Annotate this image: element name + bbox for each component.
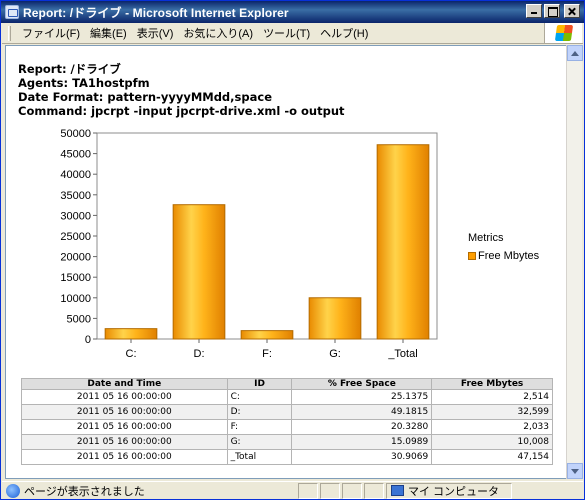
x-tick-label: D:	[194, 348, 205, 360]
cell-date: 2011 05 16 00:00:00	[21, 389, 228, 405]
cell-free-space: 20.3280	[291, 419, 433, 435]
table-row: 2011 05 16 00:00:00 _Total 30.9069 47,15…	[21, 449, 553, 465]
col-free-mbytes: Free Mbytes	[431, 378, 553, 390]
page-done-icon	[6, 483, 20, 498]
report-agents: Agents: TA1hostpfm	[18, 76, 150, 90]
report-date-format: Date Format: pattern-yyyyMMdd,space	[18, 90, 272, 104]
menu-tools[interactable]: ツール(T)	[258, 23, 315, 43]
report-title: Report: /ドライブ	[18, 62, 121, 76]
cell-free-mbytes: 47,154	[431, 449, 553, 465]
status-pane	[342, 482, 362, 499]
status-pane	[298, 482, 318, 499]
y-tick-label: 20000	[60, 252, 91, 264]
toolbar-grip[interactable]	[8, 25, 11, 41]
table-header-row: Date and Time ID % Free Space Free Mbyte…	[21, 378, 553, 390]
data-table: Date and Time ID % Free Space Free Mbyte…	[21, 378, 553, 465]
table-row: 2011 05 16 00:00:00 D: 49.1815 32,599	[21, 404, 553, 420]
close-icon[interactable]	[564, 4, 580, 18]
bar	[172, 204, 226, 340]
bar	[308, 297, 362, 340]
ie-page-icon	[5, 5, 19, 19]
cell-free-mbytes: 2,514	[431, 389, 553, 405]
menu-favorites[interactable]: お気に入り(A)	[178, 23, 258, 43]
window-title: Report: /ドライブ - Microsoft Internet Explo…	[23, 5, 289, 20]
cell-free-space: 15.0989	[291, 434, 433, 450]
x-tick-label: G:	[329, 348, 341, 360]
cell-free-space: 25.1375	[291, 389, 433, 405]
menu-view[interactable]: 表示(V)	[132, 23, 179, 43]
col-date-time: Date and Time	[21, 378, 228, 390]
windows-logo-icon	[544, 23, 582, 43]
cell-free-mbytes: 10,008	[431, 434, 553, 450]
x-tick-label: C:	[126, 348, 137, 360]
menu-edit[interactable]: 編集(E)	[85, 23, 132, 43]
col-free-space: % Free Space	[291, 378, 433, 390]
legend-entry: Free Mbytes	[468, 250, 539, 262]
cell-free-space: 49.1815	[291, 404, 433, 420]
x-tick-label: _Total	[387, 348, 417, 360]
cell-id: G:	[226, 434, 293, 450]
cell-free-mbytes: 32,599	[431, 404, 553, 420]
legend-swatch	[468, 252, 476, 260]
cell-id: F:	[226, 419, 293, 435]
cell-id: D:	[226, 404, 293, 420]
y-tick-label: 5000	[67, 313, 91, 325]
bar	[104, 328, 158, 340]
y-tick-label: 15000	[60, 272, 91, 284]
window-controls	[526, 4, 580, 18]
status-bar: ページが表示されました マイ コンピュータ	[2, 481, 583, 499]
cell-date: 2011 05 16 00:00:00	[21, 434, 228, 450]
y-tick-label: 25000	[60, 231, 91, 243]
cell-date: 2011 05 16 00:00:00	[21, 419, 228, 435]
y-tick-label: 0	[85, 334, 91, 346]
report-command: Command: jpcrpt -input jpcrpt-drive.xml …	[18, 104, 345, 118]
status-text: ページが表示されました	[24, 485, 145, 498]
x-tick-label: F:	[262, 348, 272, 360]
y-tick-label: 30000	[60, 210, 91, 222]
table-row: 2011 05 16 00:00:00 F: 20.3280 2,033	[21, 419, 553, 435]
cell-id: C:	[226, 389, 293, 405]
y-tick-label: 40000	[60, 169, 91, 181]
zone-text: マイ コンピュータ	[408, 485, 500, 498]
table-row: 2011 05 16 00:00:00 C: 25.1375 2,514	[21, 389, 553, 405]
security-zone[interactable]: マイ コンピュータ	[386, 482, 512, 499]
title-bar[interactable]: Report: /ドライブ - Microsoft Internet Explo…	[1, 1, 584, 23]
legend-label: Free Mbytes	[478, 250, 540, 262]
scroll-up-icon[interactable]	[567, 45, 583, 61]
menu-bar: ファイル(F) 編集(E) 表示(V) お気に入り(A) ツール(T) ヘルプ(…	[2, 23, 583, 44]
cell-date: 2011 05 16 00:00:00	[21, 404, 228, 420]
menu-help[interactable]: ヘルプ(H)	[315, 23, 373, 43]
report-header: Report: /ドライブ Agents: TA1hostpfm Date Fo…	[18, 62, 345, 118]
status-pane	[364, 482, 384, 499]
status-pane	[320, 482, 340, 499]
my-computer-icon	[391, 485, 404, 496]
chart-legend: Metrics Free Mbytes	[468, 232, 539, 262]
maximize-icon[interactable]	[544, 4, 560, 18]
bar	[376, 144, 430, 340]
y-tick-label: 10000	[60, 293, 91, 305]
table-row: 2011 05 16 00:00:00 G: 15.0989 10,008	[21, 434, 553, 450]
col-id: ID	[226, 378, 293, 390]
page-content: Report: /ドライブ Agents: TA1hostpfm Date Fo…	[5, 45, 568, 479]
legend-title: Metrics	[468, 232, 504, 244]
y-tick-label: 50000	[60, 128, 91, 140]
y-tick-label: 35000	[60, 190, 91, 202]
cell-free-space: 30.9069	[291, 449, 433, 465]
cell-free-mbytes: 2,033	[431, 419, 553, 435]
menu-file[interactable]: ファイル(F)	[17, 23, 85, 43]
cell-id: _Total	[226, 449, 293, 465]
browser-window: Report: /ドライブ - Microsoft Internet Explo…	[0, 0, 585, 500]
y-tick-label: 45000	[60, 149, 91, 161]
scroll-down-icon[interactable]	[567, 463, 583, 479]
cell-date: 2011 05 16 00:00:00	[21, 449, 228, 465]
minimize-icon[interactable]	[526, 4, 542, 18]
bar	[240, 330, 294, 340]
vertical-scrollbar[interactable]	[566, 45, 583, 479]
